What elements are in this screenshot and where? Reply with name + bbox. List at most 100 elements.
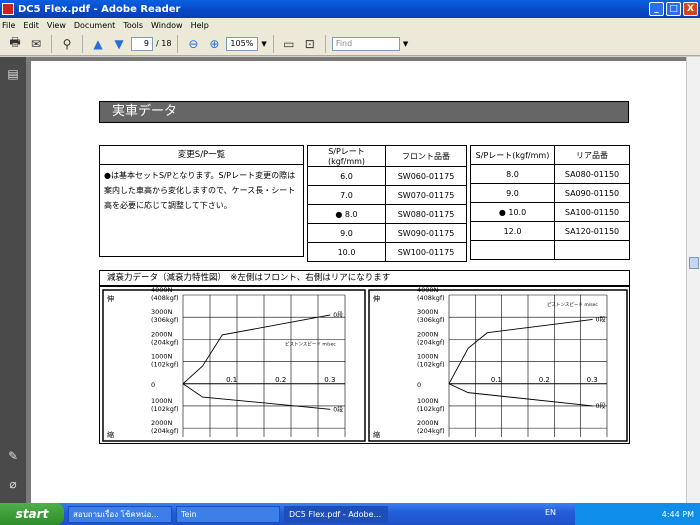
y-tick-sublabel: (408kgf)	[151, 294, 179, 302]
y-tick-sublabel: (306kgf)	[417, 316, 445, 324]
maximize-button[interactable]: □	[666, 2, 681, 16]
y-tick-sublabel: (204kgf)	[417, 338, 445, 346]
start-button[interactable]: start	[0, 503, 64, 525]
part-number: SA080-01150	[554, 164, 630, 184]
comments-icon[interactable]: ✎	[5, 449, 21, 465]
x-tick-label: 0.1	[491, 376, 502, 384]
y-tick-label: 1000N	[151, 397, 173, 405]
language-indicator[interactable]: EN	[545, 508, 556, 517]
note-header: 変更S/P一覧	[100, 146, 303, 165]
chevron-down-icon[interactable]: ▼	[261, 40, 266, 48]
chart-panel-border	[102, 289, 366, 442]
close-button[interactable]: X	[683, 2, 698, 16]
spring-rate: 8.0	[344, 209, 358, 219]
adobe-reader-icon	[2, 3, 14, 15]
y-tick-label: 2000N	[151, 330, 173, 338]
spring-rate: 10.0	[337, 247, 356, 257]
system-tray: 4:44 PM	[575, 503, 700, 525]
y-tick-sublabel: (204kgf)	[151, 338, 179, 346]
toolbar-separator	[272, 34, 274, 53]
x-tick-label: 0.3	[324, 376, 335, 384]
table-header: S/Pレート(kgf/mm)	[470, 145, 555, 165]
vertical-scrollbar[interactable]	[686, 57, 700, 503]
page-total: / 18	[156, 39, 172, 48]
part-number: SA090-01150	[554, 183, 630, 203]
part-number: SW100-01175	[385, 242, 467, 262]
scrollbar-thumb[interactable]	[689, 257, 699, 269]
series-line	[182, 314, 331, 385]
email-icon[interactable]: ✉	[27, 35, 45, 53]
title-bar: DC5 Flex.pdf - Adobe Reader _ □ X	[0, 0, 700, 18]
toolbar-separator	[177, 34, 179, 53]
minimize-button[interactable]: _	[649, 2, 664, 16]
menu-edit[interactable]: Edit	[23, 21, 39, 30]
y-axis-label-compression: 縮	[373, 430, 380, 439]
toolbar: 🖶 ✉ ⚲ ▲ ▼ 9 / 18 ⊖ ⊕ 105% ▼ ▭ ⊡ Find ▼	[0, 32, 700, 56]
sp-change-note: 変更S/P一覧 ●は基本セットS/Pとなります。S/Pレート変更の際は案内した車…	[99, 145, 304, 257]
next-page-icon[interactable]: ▼	[110, 35, 128, 53]
series-label: 0段	[333, 405, 343, 413]
chart-panel-border	[368, 289, 628, 442]
taskbar-item[interactable]: สอบถามเรื่อง โช้คหน่อ...	[68, 505, 172, 523]
menu-document[interactable]: Document	[74, 21, 115, 30]
note-text: ●は基本セットS/Pとなります。S/Pレート変更の際は案内した車高から変化します…	[104, 171, 296, 210]
menu-help[interactable]: Help	[191, 21, 209, 30]
pdf-page: 実車データ 変更S/P一覧 ●は基本セットS/Pとなります。S/Pレート変更の際…	[31, 61, 686, 503]
taskbar-item[interactable]: Tein	[176, 505, 280, 523]
menu-view[interactable]: View	[47, 21, 66, 30]
series-label: 0段	[596, 402, 606, 410]
y-axis-label-compression: 縮	[107, 430, 114, 439]
series-line	[448, 318, 593, 384]
search-icon[interactable]: ⚲	[58, 35, 76, 53]
x-tick-label: 0.2	[275, 376, 286, 384]
y-tick-sublabel: (102kgf)	[417, 405, 445, 413]
damping-chart-box: 4000N (408kgf) 3000N (306kgf) 2000N (204kgf) 1…	[99, 286, 630, 444]
find-input[interactable]: Find	[331, 36, 400, 51]
clock[interactable]: 4:44 PM	[662, 510, 694, 519]
menu-file[interactable]: File	[2, 21, 15, 30]
single-page-icon[interactable]: ▭	[280, 35, 298, 53]
table-header: リア品番	[554, 145, 630, 165]
y-tick-label: 2000N	[417, 330, 439, 338]
attachment-icon[interactable]: ⌀	[5, 477, 21, 493]
spring-rate: 10.0	[508, 207, 527, 217]
series-line	[182, 383, 331, 410]
y-tick-label: 0	[151, 381, 155, 389]
table-row: 8.0 SA080-01150	[470, 164, 630, 184]
y-tick-label: 3000N	[417, 308, 439, 316]
y-tick-sublabel: (204kgf)	[151, 427, 179, 435]
print-icon[interactable]: 🖶	[6, 35, 24, 53]
menu-tools[interactable]: Tools	[123, 21, 143, 30]
menu-window[interactable]: Window	[151, 21, 183, 30]
pages-icon[interactable]: ▤	[5, 67, 21, 83]
table-row: ● 8.0 SW080-01175	[307, 204, 467, 224]
fit-page-icon[interactable]: ⊡	[301, 35, 319, 53]
window-title: DC5 Flex.pdf - Adobe Reader	[18, 3, 181, 15]
chevron-down-icon[interactable]: ▼	[403, 40, 408, 48]
y-tick-label: 1000N	[417, 353, 439, 361]
zoom-out-icon[interactable]: ⊖	[184, 35, 202, 53]
series-label: 0段	[333, 311, 343, 319]
previous-page-icon[interactable]: ▲	[89, 35, 107, 53]
y-tick-label: 0	[417, 381, 421, 389]
zoom-in-icon[interactable]: ⊕	[205, 35, 223, 53]
part-number: SW080-01175	[385, 204, 467, 224]
table-row: 10.0 SW100-01175	[307, 242, 467, 262]
x-unit-label: ピストンスピード m/sec	[547, 302, 598, 308]
part-number	[554, 240, 630, 260]
toolbar-separator	[51, 34, 52, 53]
document-area: 実車データ 変更S/P一覧 ●は基本セットS/Pとなります。S/Pレート変更の際…	[26, 57, 686, 503]
spring-rate: 6.0	[340, 171, 353, 181]
spring-rate: 9.0	[340, 228, 353, 238]
y-tick-label: 2000N	[151, 419, 173, 427]
zoom-input[interactable]: 105%	[226, 36, 259, 51]
toolbar-separator	[82, 34, 83, 53]
x-tick-label: 0.2	[539, 376, 550, 384]
spring-rate: 9.0	[506, 188, 519, 198]
spring-rate: 8.0	[506, 169, 519, 179]
x-tick-label: 0.3	[587, 376, 598, 384]
taskbar-item[interactable]: DC5 Flex.pdf - Adobe...	[284, 505, 388, 523]
y-tick-sublabel: (102kgf)	[151, 361, 179, 369]
table-row	[470, 240, 630, 260]
page-number-input[interactable]: 9	[131, 36, 153, 51]
